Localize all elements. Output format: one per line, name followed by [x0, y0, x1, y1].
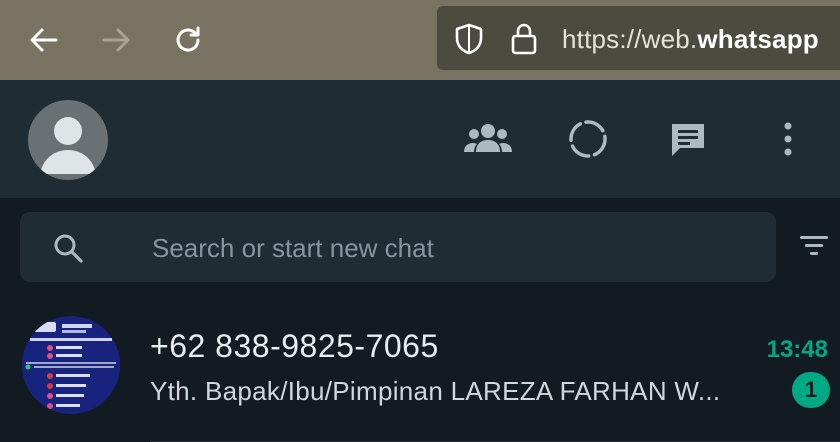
shield-icon[interactable]: [453, 22, 485, 56]
back-button[interactable]: [22, 20, 66, 60]
url-text[interactable]: https://web.whatsapp: [562, 24, 819, 55]
back-arrow-icon: [30, 28, 58, 52]
new-chat-icon: [672, 124, 704, 156]
status-button[interactable]: [564, 118, 612, 160]
reload-icon: [176, 26, 200, 52]
filter-icon[interactable]: [798, 234, 830, 258]
app-header: [0, 80, 840, 198]
search-row: [0, 198, 840, 298]
chat-list-item[interactable]: +62 838-9825-7065 13:48 Yth. Bapak/Ibu/P…: [0, 298, 840, 442]
address-bar[interactable]: https://web.whatsapp: [437, 6, 840, 70]
forward-arrow-icon: [102, 28, 130, 52]
my-avatar[interactable]: [28, 100, 108, 180]
new-chat-button[interactable]: [664, 118, 712, 160]
chat-avatar[interactable]: [22, 316, 120, 414]
reload-button[interactable]: [166, 20, 210, 60]
search-input[interactable]: [150, 212, 754, 284]
chat-name: +62 838-9825-7065: [150, 328, 439, 364]
lock-icon[interactable]: [509, 22, 539, 56]
browser-toolbar: https://web.whatsapp: [0, 0, 840, 80]
chat-last-message: Yth. Bapak/Ibu/Pimpinan LAREZA FARHAN W.…: [150, 376, 721, 406]
status-icon: [569, 120, 607, 158]
communities-icon: [464, 124, 512, 152]
chat-time: 13:48: [766, 336, 828, 363]
menu-button[interactable]: [764, 118, 812, 160]
communities-button[interactable]: [464, 118, 512, 160]
menu-icon: [784, 122, 792, 156]
contact-photo-image: [22, 316, 120, 414]
search-icon[interactable]: [52, 232, 84, 264]
unread-badge: 1: [792, 372, 830, 408]
forward-button[interactable]: [94, 20, 138, 60]
url-host: whatsapp: [697, 24, 819, 54]
search-box[interactable]: [20, 212, 776, 284]
url-prefix: https://web.: [562, 24, 698, 54]
default-avatar-icon: [40, 117, 96, 174]
